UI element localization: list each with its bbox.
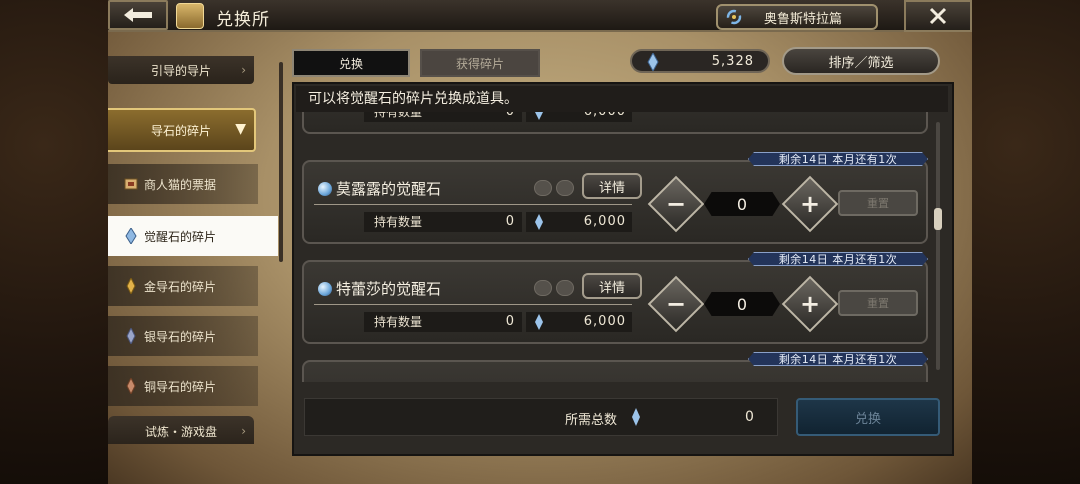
silver-shard-icon (126, 328, 136, 344)
increase-button[interactable]: + (781, 175, 839, 233)
total-label: 所需总数 (565, 413, 618, 428)
sidebar-item-silver-shards[interactable]: 银导石的碎片 (108, 316, 258, 356)
cost-box: 6,000 (526, 312, 632, 332)
plus-icon: + (799, 190, 821, 218)
ticket-icon (124, 178, 138, 190)
sidebar-item-label: 试炼・游戏盘 (144, 424, 217, 439)
list-scrollbar[interactable] (936, 122, 940, 370)
tab-obtain-fragments[interactable]: 获得碎片 (420, 49, 540, 77)
minus-icon: − (665, 190, 687, 218)
decrease-button[interactable]: − (647, 175, 705, 233)
exchange-button[interactable]: 兑换 (796, 398, 940, 436)
sidebar-item-bronze-shards[interactable]: 铜导石的碎片 (108, 366, 258, 406)
details-button[interactable]: 详情 (582, 173, 642, 199)
sort-filter-button[interactable]: 排序／筛选 (782, 47, 940, 75)
minus-icon: − (665, 290, 687, 318)
increase-button[interactable]: + (781, 275, 839, 333)
sidebar-scrollbar[interactable] (279, 62, 283, 262)
owned-value: 0 (494, 112, 514, 122)
left-background (0, 0, 108, 484)
divider (314, 304, 632, 305)
sidebar-item-label: 银导石的碎片 (144, 329, 217, 344)
page-title: 兑换所 (216, 10, 270, 30)
quantity-display: 0 (704, 292, 780, 316)
owned-value: 0 (505, 314, 514, 329)
exchange-shop-icon (176, 3, 204, 29)
sidebar-item-label: 铜导石的碎片 (144, 379, 217, 394)
right-background (972, 0, 1080, 484)
sidebar-item-merchant-cat-ticket[interactable]: 商人猫的票据 (108, 164, 258, 204)
crystal-icon (535, 112, 543, 120)
crystal-icon (632, 408, 640, 426)
decrease-button[interactable]: − (647, 275, 705, 333)
bronze-shard-icon (126, 378, 136, 394)
details-button[interactable]: 详情 (582, 273, 642, 299)
locked-status-icon (534, 280, 552, 296)
story-select-label: 奥鲁斯特拉篇 (764, 11, 843, 27)
sidebar-item-label: 引导的导片 (150, 63, 211, 78)
item-name: 莫露露的觉醒石 (336, 180, 442, 198)
list-item: 莫露露的觉醒石 详情 持有数量 0 6,000 − 0 + 重置 (302, 160, 928, 244)
cost-box: 6,000 (526, 112, 632, 122)
chevron-right-icon: › (241, 424, 246, 438)
owned-value: 0 (505, 214, 514, 229)
limit-badge: 剩余14日 本月还有1次 (748, 352, 928, 366)
chevron-down-icon: ▼ (235, 121, 246, 137)
sidebar-item-guide-film[interactable]: 引导的导片 › (108, 56, 254, 84)
item-name: 特蕾莎的觉醒石 (336, 280, 442, 298)
sidebar-item-gold-shards[interactable]: 金导石的碎片 (108, 266, 258, 306)
crystal-icon (535, 314, 543, 330)
chevron-right-icon: › (241, 63, 246, 77)
cycle-icon (726, 9, 742, 25)
reset-button[interactable]: 重置 (838, 290, 918, 316)
quantity-display: 0 (704, 192, 780, 216)
list-item: 特蕾莎的觉醒石 详情 持有数量 0 6,000 − 0 + 重置 (302, 260, 928, 344)
cost-value: 6,000 (583, 214, 626, 229)
cost-value: 6,000 (583, 314, 626, 329)
sidebar-item-trial-board[interactable]: 试炼・游戏盘 › (108, 416, 254, 444)
list-item-partial: 持有数量 0 6,000 (302, 112, 928, 134)
plus-icon: + (799, 290, 821, 318)
gold-shard-icon (126, 278, 136, 294)
download-status-icon (556, 180, 574, 196)
download-status-icon (556, 280, 574, 296)
awakening-crystal-icon (125, 228, 137, 244)
total-value: 0 (745, 409, 754, 425)
sidebar-category-guidestone-shards[interactable]: 导石的碎片 ▼ (108, 108, 256, 152)
cost-value: 6,000 (584, 112, 626, 122)
total-bar: 所需总数 0 (304, 398, 778, 436)
sidebar-item-label: 觉醒石的碎片 (144, 229, 217, 244)
reset-button[interactable]: 重置 (838, 190, 918, 216)
locked-status-icon (534, 180, 552, 196)
currency-amount: 5,328 (711, 53, 754, 69)
back-button[interactable] (108, 0, 168, 30)
category-sidebar: 引导的导片 › 导石的碎片 ▼ 商人猫的票据 觉醒石的碎片 金导石的碎片 银导石… (108, 56, 286, 444)
list-scroll-thumb[interactable] (934, 208, 942, 230)
close-button[interactable] (904, 0, 972, 32)
sidebar-item-label: 导石的碎片 (150, 123, 211, 138)
sidebar-item-label: 金导石的碎片 (144, 279, 217, 294)
close-icon (929, 7, 947, 25)
story-select-button[interactable]: 奥鲁斯特拉篇 (716, 4, 878, 30)
awakening-stone-icon (318, 282, 332, 296)
sidebar-item-awakening-shards[interactable]: 觉醒石的碎片 (108, 216, 278, 256)
crystal-icon (647, 53, 659, 71)
divider (314, 204, 632, 205)
limit-badge: 剩余14日 本月还有1次 (748, 152, 928, 166)
currency-display: 5,328 (630, 49, 770, 73)
back-arrow-icon (124, 8, 152, 22)
panel-description: 可以将觉醒石的碎片兑换成道具。 (296, 86, 948, 112)
awakening-stone-icon (318, 182, 332, 196)
cost-box: 6,000 (526, 212, 632, 232)
crystal-icon (535, 214, 543, 230)
tab-exchange[interactable]: 兑换 (292, 49, 410, 77)
sidebar-item-label: 商人猫的票据 (144, 177, 217, 192)
limit-badge: 剩余14日 本月还有1次 (748, 252, 928, 266)
